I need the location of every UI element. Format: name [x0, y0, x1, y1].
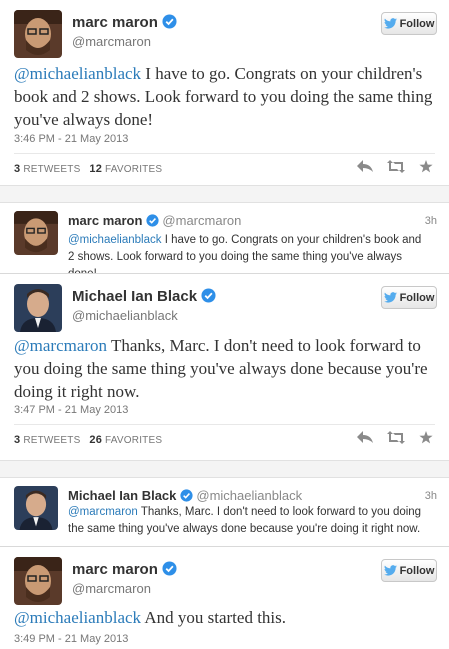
tweet-stats: 3 RETWEETS 26 FAVORITES — [14, 434, 162, 446]
author-handle[interactable]: @marcmaron — [72, 34, 151, 49]
retweets-label: RETWEETS — [23, 164, 81, 175]
tweet-timestamp[interactable]: 3:47 PM - 21 May 2013 — [14, 404, 128, 416]
follow-label: Follow — [399, 564, 435, 577]
tweet-card: marc maron @marcmaron Follow @michaelian… — [0, 0, 449, 185]
section-gap — [0, 185, 449, 203]
author-name[interactable]: marc maron — [68, 213, 142, 228]
author-name-text: marc maron — [72, 561, 158, 578]
tweet-timestamp[interactable]: 3:46 PM - 21 May 2013 — [14, 133, 128, 145]
twitter-bird-icon — [383, 292, 397, 303]
mention-link[interactable]: @marcmaron — [68, 506, 138, 518]
twitter-bird-icon — [383, 565, 397, 576]
quoted-tweet[interactable]: Michael Ian Black @michaelianblack 3h @ma… — [0, 478, 449, 546]
mention-link[interactable]: @michaelianblack — [14, 608, 141, 627]
follow-label: Follow — [399, 17, 435, 30]
mention-link[interactable]: @michaelianblack — [14, 64, 141, 83]
follow-button[interactable]: Follow — [381, 559, 437, 582]
favorite-star-icon[interactable] — [419, 431, 433, 444]
retweet-count[interactable]: 3 — [14, 434, 20, 446]
tweet-text: @michaelianblack I have to go. Congrats … — [14, 62, 439, 131]
retweet-icon[interactable] — [387, 160, 405, 173]
tweet-body: And you started this. — [141, 608, 287, 627]
tweet-time[interactable]: 3h — [425, 490, 437, 502]
author-name[interactable]: marc maron — [72, 14, 177, 31]
favorites-label: FAVORITES — [105, 164, 163, 175]
verified-badge-icon — [162, 14, 177, 29]
follow-label: Follow — [399, 291, 435, 304]
favorite-count[interactable]: 12 — [89, 163, 102, 175]
author-handle[interactable]: @michaelianblack — [72, 308, 178, 323]
tweet-card: marc maron @marcmaron Follow @michaelian… — [0, 547, 449, 649]
retweet-icon[interactable] — [387, 431, 405, 444]
verified-badge-icon — [146, 214, 160, 227]
tweet-timestamp[interactable]: 3:49 PM - 21 May 2013 — [14, 633, 128, 645]
verified-badge-icon — [162, 561, 177, 576]
author-name-text: Michael Ian Black — [72, 288, 198, 305]
avatar[interactable] — [14, 10, 62, 58]
author-name[interactable]: marc maron — [72, 561, 177, 578]
divider — [14, 153, 435, 154]
reply-icon[interactable] — [357, 431, 373, 444]
avatar[interactable] — [14, 557, 62, 605]
favorite-count[interactable]: 26 — [89, 434, 102, 446]
author-name[interactable]: Michael Ian Black — [68, 488, 176, 503]
follow-button[interactable]: Follow — [381, 12, 437, 35]
author-name[interactable]: Michael Ian Black — [72, 288, 216, 305]
author-line: Michael Ian Black @michaelianblack — [68, 488, 302, 503]
verified-badge-icon — [180, 489, 193, 502]
author-handle[interactable]: @marcmaron — [162, 213, 241, 228]
tweet-text: @marcmaron Thanks, Marc. I don't need to… — [14, 334, 439, 403]
mention-link[interactable]: @michaelianblack — [68, 234, 162, 246]
tweet-text: @michaelianblack And you started this. — [14, 606, 439, 629]
author-line: marc maron @marcmaron — [68, 213, 241, 228]
avatar[interactable] — [14, 486, 58, 530]
author-handle[interactable]: @michaelianblack — [196, 488, 302, 503]
section-gap — [0, 460, 449, 478]
quoted-tweet[interactable]: marc maron @marcmaron 3h @michaelianblack… — [0, 203, 449, 280]
tweet-time[interactable]: 3h — [425, 215, 437, 227]
author-name-text: marc maron — [72, 14, 158, 31]
tweet-card: Michael Ian Black @michaelianblack Follo… — [0, 274, 449, 460]
tweet-actions — [357, 431, 433, 444]
divider — [14, 424, 435, 425]
tweet-actions — [357, 160, 433, 173]
tweet-text: @marcmaron Thanks, Marc. I don't need to… — [68, 504, 428, 538]
tweet-stats: 3 RETWEETS 12 FAVORITES — [14, 163, 162, 175]
avatar[interactable] — [14, 284, 62, 332]
follow-button[interactable]: Follow — [381, 286, 437, 309]
retweets-label: RETWEETS — [23, 435, 81, 446]
retweet-count[interactable]: 3 — [14, 163, 20, 175]
favorite-star-icon[interactable] — [419, 160, 433, 173]
twitter-bird-icon — [383, 18, 397, 29]
mention-link[interactable]: @marcmaron — [14, 336, 107, 355]
avatar[interactable] — [14, 211, 58, 255]
verified-badge-icon — [201, 288, 216, 303]
author-handle[interactable]: @marcmaron — [72, 581, 151, 596]
favorites-label: FAVORITES — [105, 435, 163, 446]
reply-icon[interactable] — [357, 160, 373, 173]
